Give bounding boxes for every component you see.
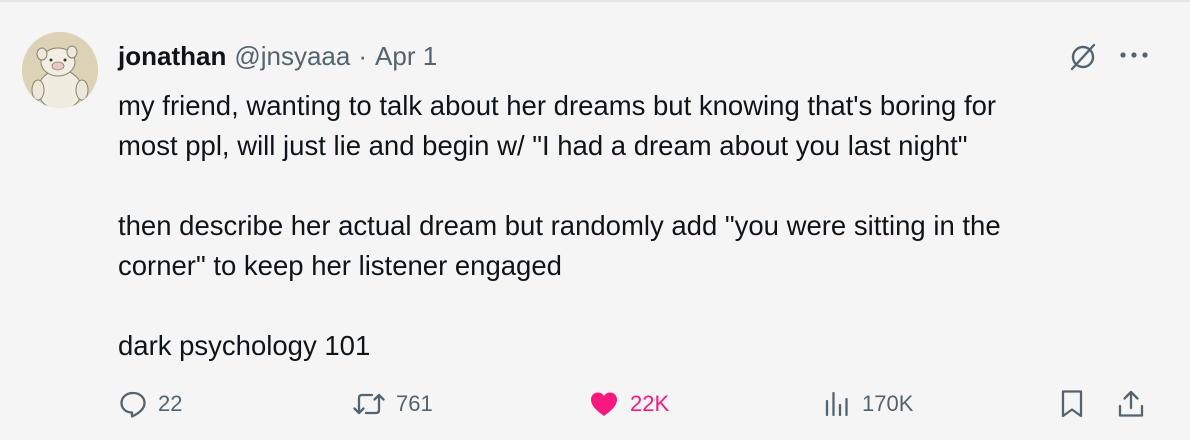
share-button[interactable]	[1116, 382, 1146, 426]
heart-icon	[591, 392, 617, 416]
bookmark-button[interactable]	[1058, 382, 1086, 426]
tweet-header: jonathan @jnsyaaa · Apr 1	[118, 36, 437, 76]
reply-icon	[120, 391, 146, 418]
reply-count: 22	[158, 391, 183, 416]
share-icon	[1118, 390, 1144, 417]
repost-icon	[353, 393, 385, 415]
avatar[interactable]	[22, 32, 98, 108]
views-chart-icon	[825, 391, 848, 417]
repost-button[interactable]: 761	[352, 382, 433, 426]
separator-dot: ·	[358, 40, 368, 71]
more-icon[interactable]	[1114, 40, 1154, 70]
tweet-card[interactable]: jonathan @jnsyaaa · Apr 1 my friend, wan…	[0, 0, 1190, 440]
tweet-date[interactable]: Apr 1	[375, 41, 437, 72]
author-name[interactable]: jonathan	[118, 41, 226, 72]
like-button[interactable]: 22K	[588, 382, 669, 426]
pig-figure-avatar-icon	[22, 32, 98, 108]
grok-icon[interactable]	[1066, 40, 1100, 74]
bookmark-icon	[1061, 390, 1083, 418]
views-count: 170K	[862, 391, 914, 416]
views-button[interactable]: 170K	[822, 382, 913, 426]
repost-count: 761	[396, 391, 433, 416]
tweet-text: my friend, wanting to talk about her dre…	[118, 90, 1001, 361]
reply-button[interactable]: 22	[118, 382, 182, 426]
author-handle[interactable]: @jnsyaaa	[234, 41, 350, 72]
like-count: 22K	[630, 391, 670, 416]
action-bar: 22 761 22K 170K	[0, 382, 1190, 426]
